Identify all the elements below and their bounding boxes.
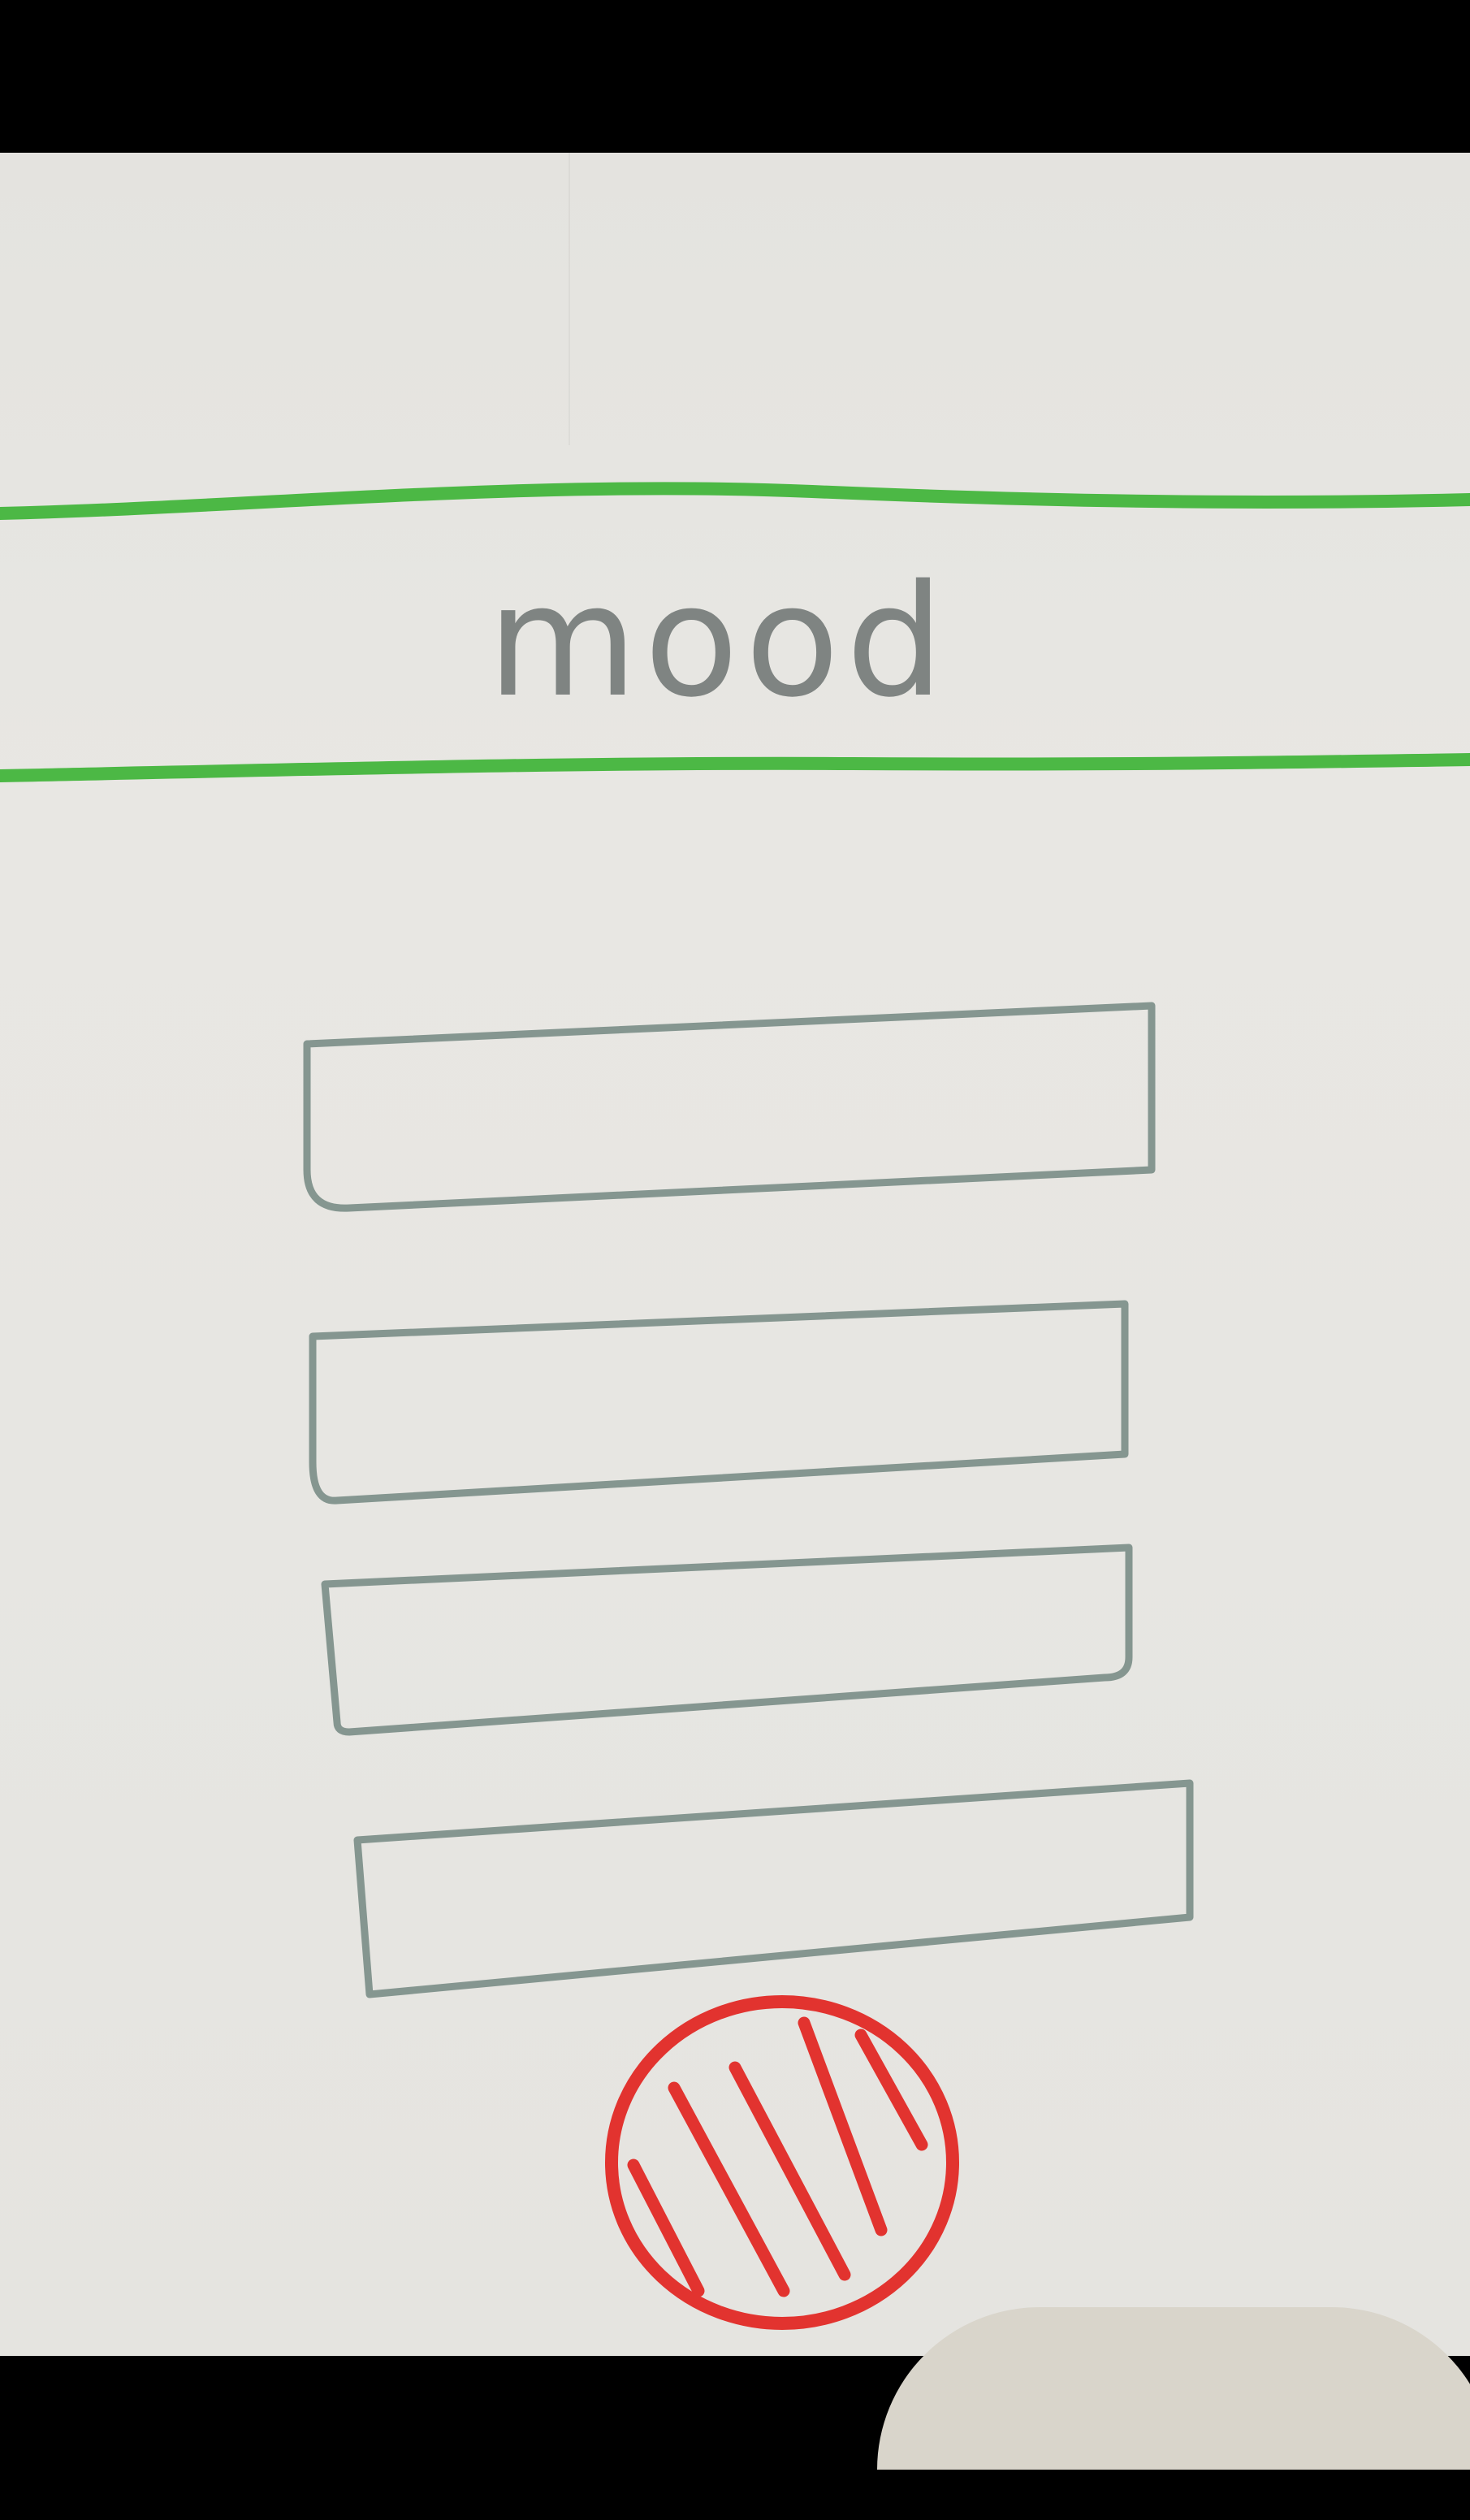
option-box-1[interactable]	[303, 1002, 1156, 1212]
hatched-circle-icon	[605, 1995, 959, 2330]
option-box-2[interactable]	[309, 1300, 1129, 1505]
wireframe-sketch	[0, 482, 1470, 2330]
record-button[interactable]	[605, 1995, 959, 2330]
header-top-line	[0, 482, 1470, 520]
header-title: mood	[487, 552, 951, 731]
photo-frame: mood	[0, 0, 1470, 2520]
finger-shadow	[877, 2307, 1470, 2470]
option-box-3[interactable]	[321, 1544, 1133, 1736]
option-box-4[interactable]	[353, 1779, 1194, 1998]
header-bottom-line	[0, 753, 1470, 782]
